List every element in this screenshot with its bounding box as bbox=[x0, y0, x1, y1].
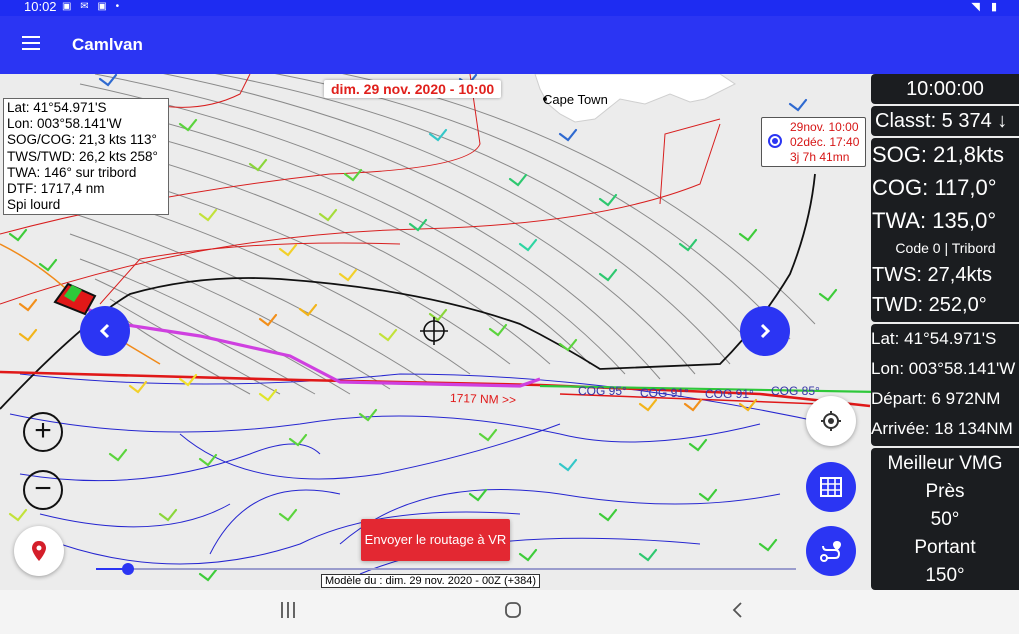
vmg-upwind: Près bbox=[925, 481, 965, 502]
target-icon bbox=[821, 411, 841, 431]
chevron-right-icon bbox=[760, 323, 771, 339]
panel-twa: TWA: 135,0° bbox=[872, 208, 997, 233]
zoom-in-icon: + bbox=[34, 414, 52, 447]
menu-icon[interactable] bbox=[22, 36, 42, 52]
panel-time: 10:00:00 bbox=[871, 74, 1019, 104]
info-sog-cog: SOG/COG: 21,3 kts 113° bbox=[7, 132, 157, 148]
app-title: Camlvan bbox=[72, 35, 143, 54]
panel-rank: Classt: 5 374 ↓ bbox=[871, 106, 1019, 136]
info-twa: TWA: 146° sur tribord bbox=[7, 164, 137, 180]
back-icon[interactable] bbox=[730, 600, 744, 620]
vmg-downwind-angle: 150° bbox=[925, 565, 965, 586]
vmg-title: Meilleur VMG bbox=[887, 453, 1003, 474]
eta-start: 29nov. 10:00 bbox=[790, 120, 859, 134]
cog-label-2: COG 91° bbox=[640, 386, 689, 400]
cog-label-3: COG 91° bbox=[705, 387, 754, 401]
route-distance-label: 1717 NM >> bbox=[449, 390, 517, 408]
info-sail: Spi lourd bbox=[7, 197, 61, 213]
panel-depart: Départ: 6 972NM bbox=[871, 389, 1001, 408]
table-button[interactable] bbox=[806, 462, 856, 512]
system-nav-bar bbox=[0, 590, 1019, 634]
panel-lon: Lon: 003°58.141'W bbox=[871, 359, 1016, 378]
date-label: dim. 29 nov. 2020 - 10:00 bbox=[324, 80, 502, 98]
eta-box[interactable]: 29nov. 10:00 02déc. 17:40 3j 7h 41mn bbox=[761, 117, 866, 167]
model-label: Modèle du : dim. 29 nov. 2020 - 00Z (+38… bbox=[321, 574, 541, 588]
table-icon bbox=[820, 477, 842, 497]
zoom-in-button[interactable]: + bbox=[23, 412, 63, 452]
panel-sail-code: Code 0 | Tribord bbox=[895, 240, 996, 256]
panel-twd: TWD: 252,0° bbox=[872, 294, 987, 316]
route-icon bbox=[820, 541, 841, 562]
vmg-upwind-angle: 50° bbox=[930, 509, 960, 530]
vmg-downwind: Portant bbox=[914, 537, 976, 558]
info-dtf: DTF: 1717,4 nm bbox=[7, 181, 105, 197]
home-icon[interactable] bbox=[503, 600, 523, 620]
crosshair-icon bbox=[420, 317, 448, 345]
panel-tws: TWS: 27,4kts bbox=[872, 264, 993, 286]
city-label: Cape Town bbox=[543, 92, 608, 107]
time-slider[interactable] bbox=[96, 568, 796, 570]
info-lon: Lon: 003°58.141'W bbox=[7, 116, 122, 132]
eta-arrival: 02déc. 17:40 bbox=[790, 135, 860, 149]
panel-wind: TWS: 27,4kts TWD: 252,0° bbox=[871, 260, 1019, 320]
panel-cog: COG: 117,0° bbox=[872, 175, 997, 200]
radio-selected-icon[interactable] bbox=[768, 134, 782, 148]
center-location-button[interactable] bbox=[806, 396, 856, 446]
chevron-left-icon bbox=[99, 323, 110, 339]
info-lat: Lat: 41°54.971'S bbox=[7, 100, 107, 115]
eta-duration: 3j 7h 41mn bbox=[790, 150, 850, 164]
panel-lat: Lat: 41°54.971'S bbox=[871, 329, 997, 348]
time-slider-knob[interactable] bbox=[122, 563, 134, 575]
zoom-out-icon: − bbox=[34, 472, 52, 505]
notification-icons: ▣ ✉ ▣ • bbox=[62, 1, 123, 12]
boat-info-box: Lat: 41°54.971'S Lon: 003°58.141'W SOG/C… bbox=[3, 98, 169, 216]
zoom-out-button[interactable]: − bbox=[23, 470, 63, 510]
status-bar: 10:02 ▣ ✉ ▣ • ◥ ▮ bbox=[0, 0, 1019, 16]
app-bar: Camlvan bbox=[0, 16, 1019, 74]
info-tws-twd: TWS/TWD: 26,2 kts 258° bbox=[7, 148, 158, 164]
previous-button[interactable] bbox=[80, 306, 130, 356]
send-routing-button[interactable]: Envoyer le routage à VR bbox=[361, 519, 510, 561]
routing-button[interactable] bbox=[806, 526, 856, 576]
location-pin-icon bbox=[32, 541, 46, 561]
status-time: 10:02 bbox=[24, 0, 57, 14]
panel-position: Lat: 41°54.971'S Lon: 003°58.141'W Dépar… bbox=[871, 324, 1019, 446]
marker-button[interactable] bbox=[14, 526, 64, 576]
map-view[interactable]: dim. 29 nov. 2020 - 10:00 Cape Town Lat:… bbox=[0, 74, 1019, 590]
panel-vmg: Meilleur VMG Près 50° Portant 150° bbox=[871, 448, 1019, 590]
cog-label-1: COG 95° bbox=[578, 384, 627, 398]
panel-sog: SOG: 21,8kts bbox=[872, 142, 1005, 167]
panel-arrivee: Arrivée: 18 134NM bbox=[871, 419, 1013, 438]
system-icons: ◥ ▮ bbox=[971, 1, 1001, 13]
cog-label-4: COG 85° bbox=[771, 384, 820, 398]
next-button[interactable] bbox=[740, 306, 790, 356]
recent-apps-icon[interactable] bbox=[280, 600, 296, 620]
